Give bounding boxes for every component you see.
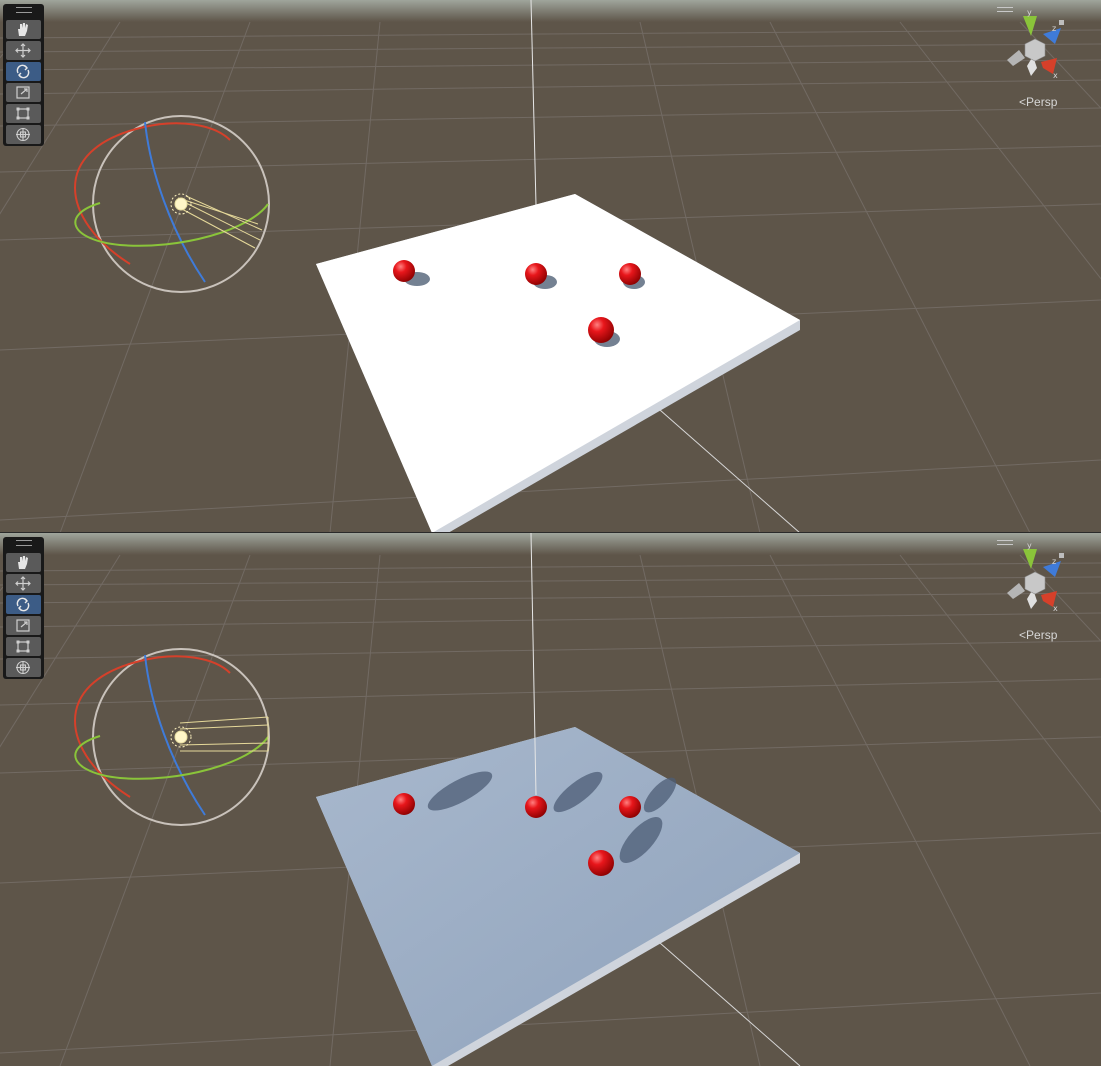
gizmo-lock-icon[interactable] <box>1059 553 1064 558</box>
rotate-tool[interactable] <box>6 595 41 614</box>
neg-x-cone[interactable] <box>1007 583 1025 599</box>
gizmo-cube[interactable] <box>1024 571 1046 595</box>
move-arrows-icon <box>15 576 31 591</box>
sphere[interactable] <box>393 793 415 815</box>
sphere[interactable] <box>619 796 641 818</box>
rotate-tool[interactable] <box>6 62 41 81</box>
sun-icon[interactable] <box>174 730 188 744</box>
neg-x-cone[interactable] <box>1007 50 1025 66</box>
scale-tool[interactable] <box>6 83 41 102</box>
gizmo-lock-icon[interactable] <box>1059 20 1064 25</box>
projection-toggle[interactable]: <Persp <box>1019 628 1057 642</box>
rect-tool[interactable] <box>6 637 41 656</box>
sphere[interactable] <box>588 317 614 343</box>
move-tool[interactable] <box>6 574 41 593</box>
projection-toggle[interactable]: <Persp <box>1019 95 1057 109</box>
sphere[interactable] <box>619 263 641 285</box>
sphere[interactable] <box>525 796 547 818</box>
move-arrows-icon <box>15 43 31 58</box>
move-tool[interactable] <box>6 41 41 60</box>
y-axis-cone[interactable] <box>1023 549 1037 569</box>
rotate-icon <box>16 597 30 612</box>
scene-view-top[interactable]: y z x <Persp <box>0 0 1101 533</box>
scene-canvas[interactable] <box>0 533 1101 1066</box>
hand-icon <box>18 23 28 36</box>
scene-view-bottom[interactable]: y z x <Persp <box>0 533 1101 1066</box>
gizmo-cube[interactable] <box>1024 38 1046 62</box>
hand-tool[interactable] <box>6 553 41 572</box>
transform-icon <box>16 660 30 675</box>
x-label: x <box>1053 71 1058 80</box>
sphere[interactable] <box>393 260 415 282</box>
z-label: z <box>1052 24 1056 33</box>
scale-tool[interactable] <box>6 616 41 635</box>
sun-icon[interactable] <box>174 197 188 211</box>
y-axis-cone[interactable] <box>1023 16 1037 36</box>
axis-gizmo[interactable]: y z x <box>1003 539 1083 619</box>
transform-tool[interactable] <box>6 125 41 144</box>
hand-icon <box>18 556 28 569</box>
hand-tool[interactable] <box>6 20 41 39</box>
projection-label: Persp <box>1026 628 1058 642</box>
rect-tool[interactable] <box>6 104 41 123</box>
sphere[interactable] <box>588 850 614 876</box>
x-label: x <box>1053 604 1058 613</box>
z-label: z <box>1052 557 1056 566</box>
transform-tool[interactable] <box>6 658 41 677</box>
tool-palette <box>3 537 44 679</box>
axis-gizmo[interactable]: y z x <box>1003 6 1083 86</box>
y-label: y <box>1027 8 1032 17</box>
projection-label: Persp <box>1026 95 1058 109</box>
sphere[interactable] <box>525 263 547 285</box>
toolbar-grip[interactable] <box>16 7 32 13</box>
scene-canvas[interactable] <box>0 0 1101 533</box>
scale-icon <box>16 86 30 99</box>
tool-palette <box>3 4 44 146</box>
transform-icon <box>16 127 30 142</box>
rect-icon <box>16 640 30 653</box>
rect-icon <box>16 107 30 120</box>
rotate-icon <box>16 64 30 79</box>
toolbar-grip[interactable] <box>16 540 32 546</box>
y-label: y <box>1027 541 1032 550</box>
scale-icon <box>16 619 30 632</box>
